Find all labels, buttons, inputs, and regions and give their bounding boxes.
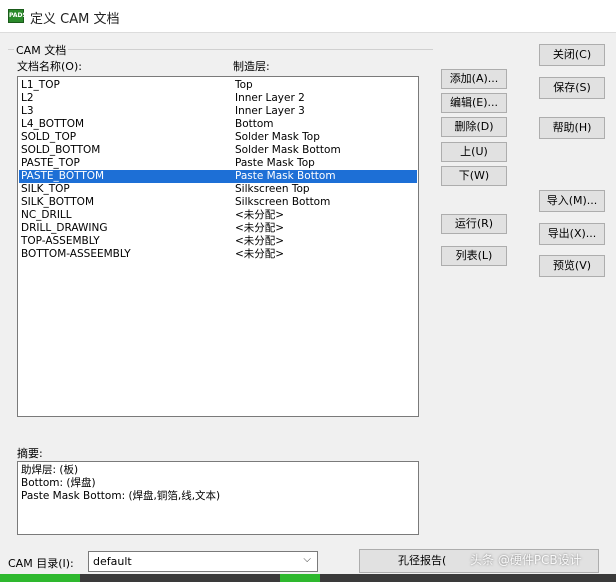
- document-layer: Solder Mask Top: [235, 131, 320, 143]
- document-row[interactable]: L3 Inner Layer 3: [19, 105, 417, 118]
- edit-button[interactable]: 编辑(E)...: [441, 93, 507, 113]
- help-button[interactable]: 帮助(H): [539, 117, 605, 139]
- document-row[interactable]: TOP-ASSEMBLY <未分配>: [19, 235, 417, 248]
- list-button[interactable]: 列表(L): [441, 246, 507, 266]
- preview-button[interactable]: 预览(V): [539, 255, 605, 277]
- cam-directory-value: default: [93, 555, 132, 568]
- delete-button[interactable]: 删除(D): [441, 117, 507, 137]
- watermark-text: 头条 @硬件PCB设计: [470, 553, 582, 567]
- summary-line: 助焊层: (板): [21, 464, 79, 476]
- summary-line: Bottom: (焊盘): [21, 477, 96, 489]
- document-name: NC_DRILL: [21, 209, 72, 221]
- document-row[interactable]: SOLD_BOTTOM Solder Mask Bottom: [19, 144, 417, 157]
- background-strip: [0, 574, 80, 582]
- background-strip: [280, 574, 320, 582]
- document-name: PASTE_BOTTOM: [21, 170, 105, 182]
- document-layer: Inner Layer 2: [235, 92, 305, 104]
- document-layer: Paste Mask Bottom: [235, 170, 336, 182]
- document-row[interactable]: PASTE_TOP Paste Mask Top: [19, 157, 417, 170]
- document-row[interactable]: SOLD_TOP Solder Mask Top: [19, 131, 417, 144]
- fabrication-layer-column-header: 制造层:: [233, 60, 270, 73]
- cam-documents-group-label: CAM 文档: [14, 42, 69, 58]
- chevron-down-icon[interactable]: ⌵: [303, 554, 311, 565]
- document-layer: Inner Layer 3: [235, 105, 305, 117]
- cam-directory-label: CAM 目录(I):: [8, 557, 74, 570]
- document-layer: <未分配>: [235, 235, 285, 247]
- group-divider: [8, 49, 433, 50]
- move-up-button[interactable]: 上(U): [441, 142, 507, 162]
- document-layer: Solder Mask Bottom: [235, 144, 341, 156]
- summary-label: 摘要:: [17, 447, 43, 460]
- document-row[interactable]: SILK_BOTTOM Silkscreen Bottom: [19, 196, 417, 209]
- document-name: SOLD_BOTTOM: [21, 144, 101, 156]
- document-layer: <未分配>: [235, 209, 285, 221]
- document-name: BOTTOM-ASSEEMBLY: [21, 248, 131, 260]
- document-name: L1_TOP: [21, 79, 60, 91]
- summary-text-box: 助焊层: (板) Bottom: (焊盘) Paste Mask Bottom:…: [17, 461, 419, 535]
- document-row[interactable]: BOTTOM-ASSEEMBLY <未分配>: [19, 248, 417, 261]
- run-button[interactable]: 运行(R): [441, 214, 507, 234]
- save-button[interactable]: 保存(S): [539, 77, 605, 99]
- document-name: DRILL_DRAWING: [21, 222, 108, 234]
- summary-line: Paste Mask Bottom: (焊盘,铜箔,线,文本): [21, 490, 221, 502]
- title-bar: PADS 定义 CAM 文档: [0, 0, 616, 33]
- window-title: 定义 CAM 文档: [30, 12, 120, 27]
- close-button[interactable]: 关闭(C): [539, 44, 605, 66]
- document-row[interactable]: SILK_TOP Silkscreen Top: [19, 183, 417, 196]
- document-row[interactable]: L1_TOP Top: [19, 79, 417, 92]
- cam-directory-select[interactable]: default ⌵: [88, 551, 318, 572]
- document-name-column-header: 文档名称(O):: [17, 60, 82, 73]
- document-row[interactable]: DRILL_DRAWING <未分配>: [19, 222, 417, 235]
- document-row[interactable]: PASTE_BOTTOM Paste Mask Bottom: [19, 170, 417, 183]
- move-down-button[interactable]: 下(W): [441, 166, 507, 186]
- document-name: TOP-ASSEMBLY: [21, 235, 100, 247]
- document-name: SILK_TOP: [21, 183, 70, 195]
- document-layer: Bottom: [235, 118, 274, 130]
- document-name: SOLD_TOP: [21, 131, 77, 143]
- cam-document-list[interactable]: L1_TOP Top L2 Inner Layer 2 L3 Inner Layer 3L…: [17, 76, 419, 417]
- document-row[interactable]: NC_DRILL <未分配>: [19, 209, 417, 222]
- document-name: SILK_BOTTOM: [21, 196, 94, 208]
- pads-app-icon: PADS: [8, 9, 27, 23]
- document-name: L2: [21, 92, 34, 104]
- document-layer: Silkscreen Bottom: [235, 196, 331, 208]
- document-layer: Silkscreen Top: [235, 183, 310, 195]
- document-layer: Top: [235, 79, 253, 91]
- import-button[interactable]: 导入(M)...: [539, 190, 605, 212]
- document-layer: Paste Mask Top: [235, 157, 315, 169]
- document-layer: <未分配>: [235, 222, 285, 234]
- document-layer: <未分配>: [235, 248, 285, 260]
- document-name: L3: [21, 105, 34, 117]
- export-button[interactable]: 导出(X)...: [539, 223, 605, 245]
- document-row[interactable]: L4_BOTTOM Bottom: [19, 118, 417, 131]
- document-name: L4_BOTTOM: [21, 118, 85, 130]
- document-name: PASTE_TOP: [21, 157, 80, 169]
- add-button[interactable]: 添加(A)...: [441, 69, 507, 89]
- document-row[interactable]: L2 Inner Layer 2: [19, 92, 417, 105]
- background-strip: [320, 574, 616, 582]
- background-strip: [80, 574, 280, 582]
